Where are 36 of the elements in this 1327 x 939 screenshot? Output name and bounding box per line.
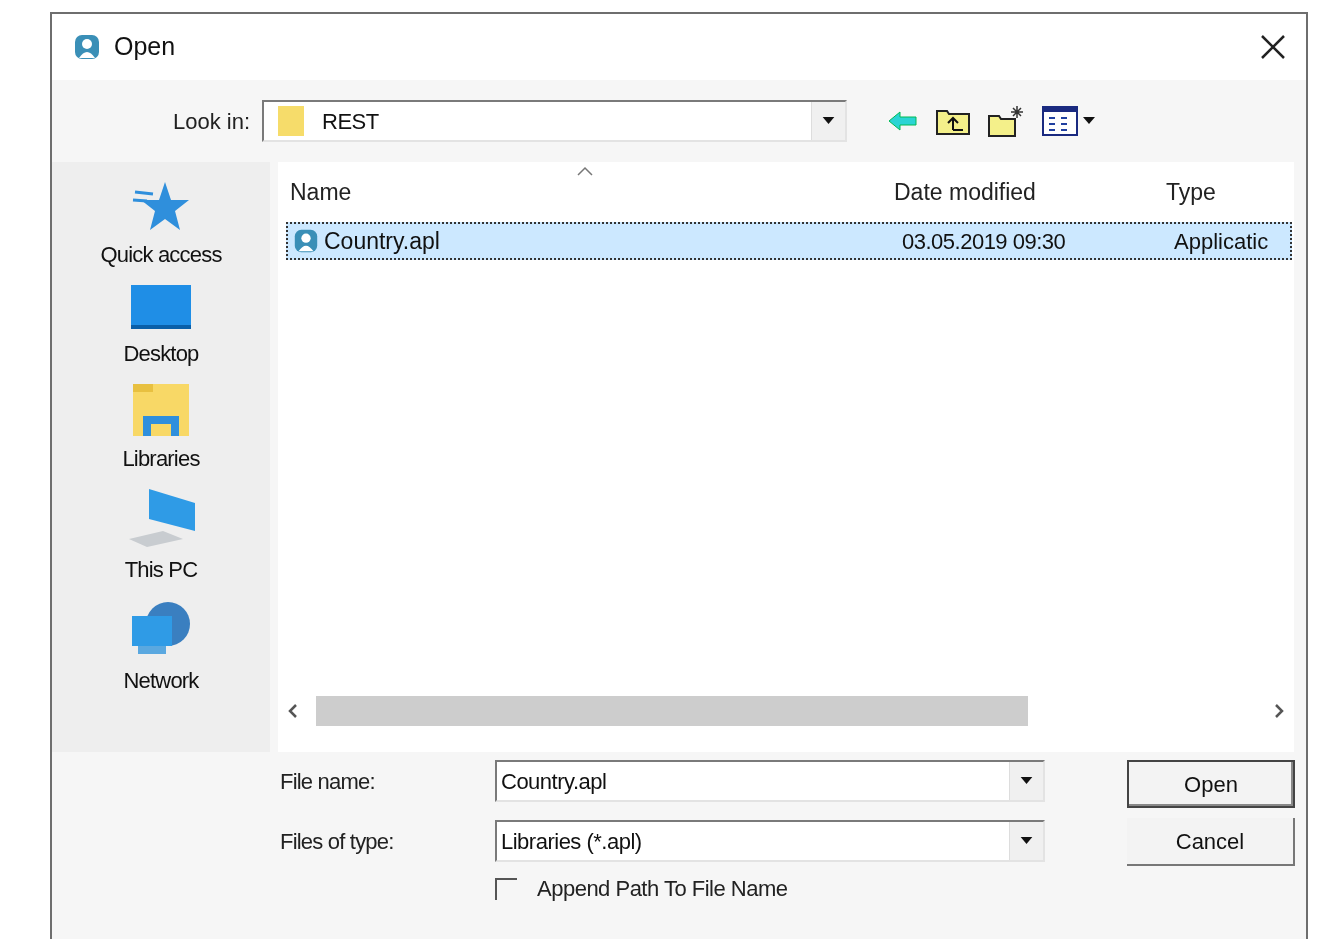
look-in-dropdown[interactable]: REST	[262, 100, 847, 142]
file-type-dropdown[interactable]: Libraries (*.apl)	[495, 820, 1045, 862]
file-name-dropdown[interactable]: Country.apl	[495, 760, 1045, 802]
app-icon	[292, 227, 320, 255]
dialog-button[interactable]: Open	[1127, 760, 1295, 808]
dialog-button[interactable]: Cancel	[1127, 818, 1295, 866]
field-value: Country.apl	[500, 767, 608, 796]
field-value: REST	[321, 107, 380, 136]
file-date: 03.05.2019 09:30	[902, 227, 1067, 256]
file-type-label: Files of type:	[280, 827, 395, 856]
place-item[interactable]: Quick access	[71, 178, 251, 271]
field-value: Libraries (*.apl)	[500, 827, 643, 856]
window-title: Open	[114, 31, 176, 63]
file-type: Applicatic	[1174, 227, 1270, 256]
place-item[interactable]: Network	[71, 598, 251, 697]
close-icon[interactable]	[1260, 34, 1286, 60]
folder-icon	[131, 382, 191, 438]
place-item[interactable]: This PC	[71, 487, 251, 586]
file-name-label: File name:	[280, 767, 376, 796]
scrollbar-thumb[interactable]	[316, 696, 1028, 726]
file-name: Country.apl	[324, 226, 440, 256]
app-icon	[72, 32, 102, 62]
look-in-label: Look in:	[171, 107, 251, 136]
new-folder-icon[interactable]	[987, 104, 1025, 138]
place-item[interactable]: Desktop	[71, 283, 251, 370]
view-menu-icon[interactable]	[1041, 105, 1097, 137]
column-header[interactable]: Type	[1166, 174, 1294, 210]
place-item[interactable]: Libraries	[71, 382, 251, 475]
append-path-label: Append Path To File Name	[537, 875, 788, 903]
column-header[interactable]: Date modified	[894, 174, 1166, 210]
scroll-left-icon[interactable]	[286, 703, 300, 719]
append-path-checkbox[interactable]	[495, 877, 517, 900]
scroll-right-icon[interactable]	[1272, 703, 1286, 719]
file-row[interactable]: Country.apl 03.05.2019 09:30 Applicatic	[286, 222, 1292, 260]
sort-caret-icon	[576, 166, 594, 176]
column-header[interactable]: Name	[278, 174, 894, 210]
